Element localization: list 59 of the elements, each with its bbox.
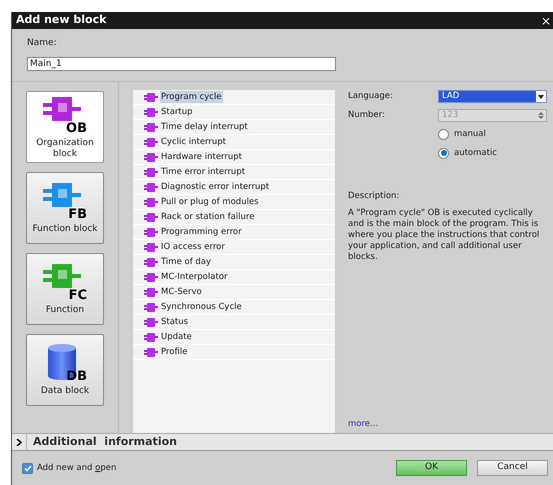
block-type-button[interactable]: OB Organization block — [26, 91, 104, 163]
block-icon — [144, 288, 158, 296]
block-icon — [144, 138, 158, 146]
list-item[interactable]: Time error interrupt — [160, 166, 246, 178]
block-icon — [144, 302, 158, 312]
block-icon — [144, 242, 158, 252]
list-item[interactable]: MC-Servo — [160, 286, 203, 298]
list-item[interactable]: Hardware interrupt — [160, 151, 244, 163]
list-item[interactable]: Programming error — [160, 226, 243, 238]
list-item[interactable]: Program cycle — [160, 91, 223, 103]
list-item[interactable]: Time of day — [160, 256, 212, 268]
list-item[interactable]: IO access error — [160, 241, 226, 253]
list-item[interactable]: Rack or station failure — [160, 211, 256, 223]
language-label: Language: — [348, 90, 394, 103]
list-item[interactable]: Startup — [160, 106, 194, 118]
description-text: A "Program cycle" OB is executed cyclically and is the main block of the program. This is where you place the instructions that control your application, and call additional user blocks. — [348, 208, 540, 264]
block-icon — [144, 332, 158, 342]
list-item[interactable]: Synchronous Cycle — [160, 301, 243, 313]
radio-button[interactable] — [438, 148, 449, 159]
block-icon — [144, 122, 158, 132]
block-icon — [144, 228, 158, 236]
block-icon — [144, 318, 158, 326]
block-icon — [144, 272, 158, 282]
close-button[interactable]: × — [540, 14, 551, 26]
spinner-arrows-icon — [537, 111, 545, 120]
block-icon — [144, 212, 158, 222]
name-field[interactable]: Main_1 — [27, 57, 336, 71]
list-item[interactable]: Update — [160, 331, 193, 343]
radio-label: manual — [454, 128, 486, 141]
block-icon — [144, 152, 158, 162]
list-item[interactable]: Cyclic interrupt — [160, 136, 228, 148]
radio-button[interactable] — [438, 128, 449, 140]
block-icon — [144, 258, 158, 266]
description-label: Description: — [348, 190, 400, 202]
block-icon — [144, 182, 158, 192]
checkbox[interactable] — [22, 462, 33, 474]
checkbox-label: Add new and open — [37, 462, 116, 474]
dialog-button[interactable]: OK — [396, 460, 467, 476]
block-icon — [144, 92, 158, 102]
window-title: Add new block — [16, 12, 106, 28]
name-label: Name: — [27, 38, 58, 49]
block-type-button[interactable]: FC Function — [26, 253, 104, 325]
block-icon — [144, 198, 158, 206]
language-dropdown[interactable]: LAD — [438, 90, 547, 103]
list-item[interactable]: Diagnostic error interrupt — [160, 181, 270, 193]
dialog-button[interactable]: Cancel — [477, 460, 548, 476]
block-type-button[interactable]: FB Function block — [26, 172, 104, 244]
block-icon — [144, 348, 158, 356]
number-label: Number: — [348, 109, 386, 122]
more-link[interactable]: more... — [348, 418, 547, 431]
list-item[interactable]: Profile — [160, 346, 188, 358]
list-item[interactable]: MC-Interpolator — [160, 271, 228, 283]
block-icon — [144, 168, 158, 176]
radio-label: automatic — [454, 146, 497, 160]
list-item[interactable]: Pull or plug of modules — [160, 196, 260, 208]
list-item[interactable]: Status — [160, 316, 190, 328]
list-item[interactable]: Time delay interrupt — [160, 121, 249, 133]
block-icon — [144, 108, 158, 116]
additional-information-bar[interactable]: Additional information — [12, 433, 553, 450]
